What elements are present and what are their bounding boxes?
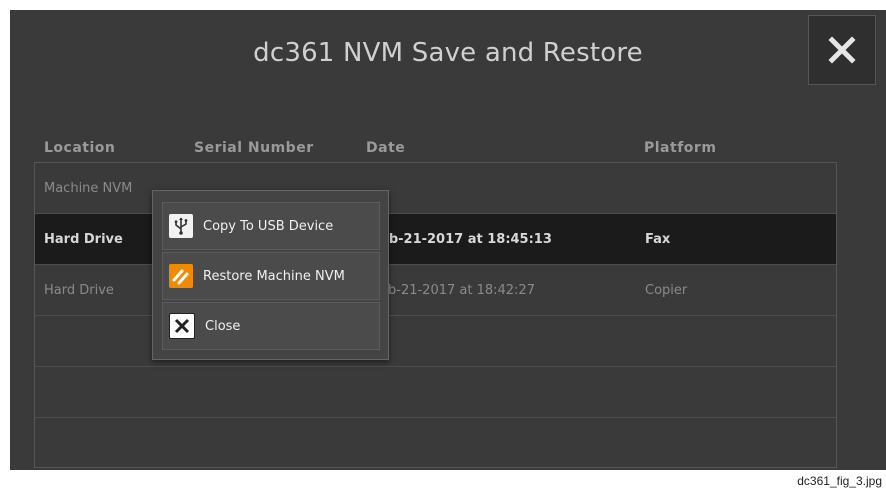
header-serial-number[interactable]: Serial Number — [194, 140, 314, 156]
cell-platform: Copier — [645, 283, 688, 298]
cell-platform — [645, 163, 795, 214]
usb-icon — [169, 214, 193, 238]
close-button[interactable] — [808, 15, 876, 85]
restore-icon — [169, 264, 193, 288]
copy-to-usb-button[interactable]: Copy To USB Device — [162, 202, 380, 250]
cell-location: Machine NVM — [44, 181, 133, 196]
close-box-icon — [169, 313, 195, 339]
table-row-empty — [35, 418, 836, 469]
cell-location: Hard Drive — [44, 283, 114, 298]
header-platform[interactable]: Platform — [644, 140, 716, 156]
header-location[interactable]: Location — [44, 140, 115, 156]
dialog-title: dc361 NVM Save and Restore — [253, 38, 643, 68]
restore-machine-nvm-button[interactable]: Restore Machine NVM — [162, 252, 380, 300]
context-menu: Copy To USB Device Restore Machine NVM C… — [152, 190, 389, 360]
figure-caption: dc361_fig_3.jpg — [797, 474, 882, 488]
restore-machine-nvm-label: Restore Machine NVM — [203, 268, 345, 284]
close-menu-button[interactable]: Close — [162, 302, 380, 350]
close-icon — [828, 36, 856, 64]
cell-platform: Fax — [645, 232, 671, 247]
copy-to-usb-label: Copy To USB Device — [203, 218, 334, 234]
nvm-dialog: dc361 NVM Save and Restore Location Seri… — [10, 10, 886, 470]
cell-date: eb-21-2017 at 18:42:27 — [380, 283, 535, 298]
table-row-empty — [35, 367, 836, 418]
close-menu-label: Close — [205, 318, 241, 334]
cell-date — [365, 163, 595, 214]
cell-location: Hard Drive — [44, 232, 123, 247]
cell-date: eb-21-2017 at 18:45:13 — [380, 232, 552, 247]
header-date[interactable]: Date — [366, 140, 405, 156]
